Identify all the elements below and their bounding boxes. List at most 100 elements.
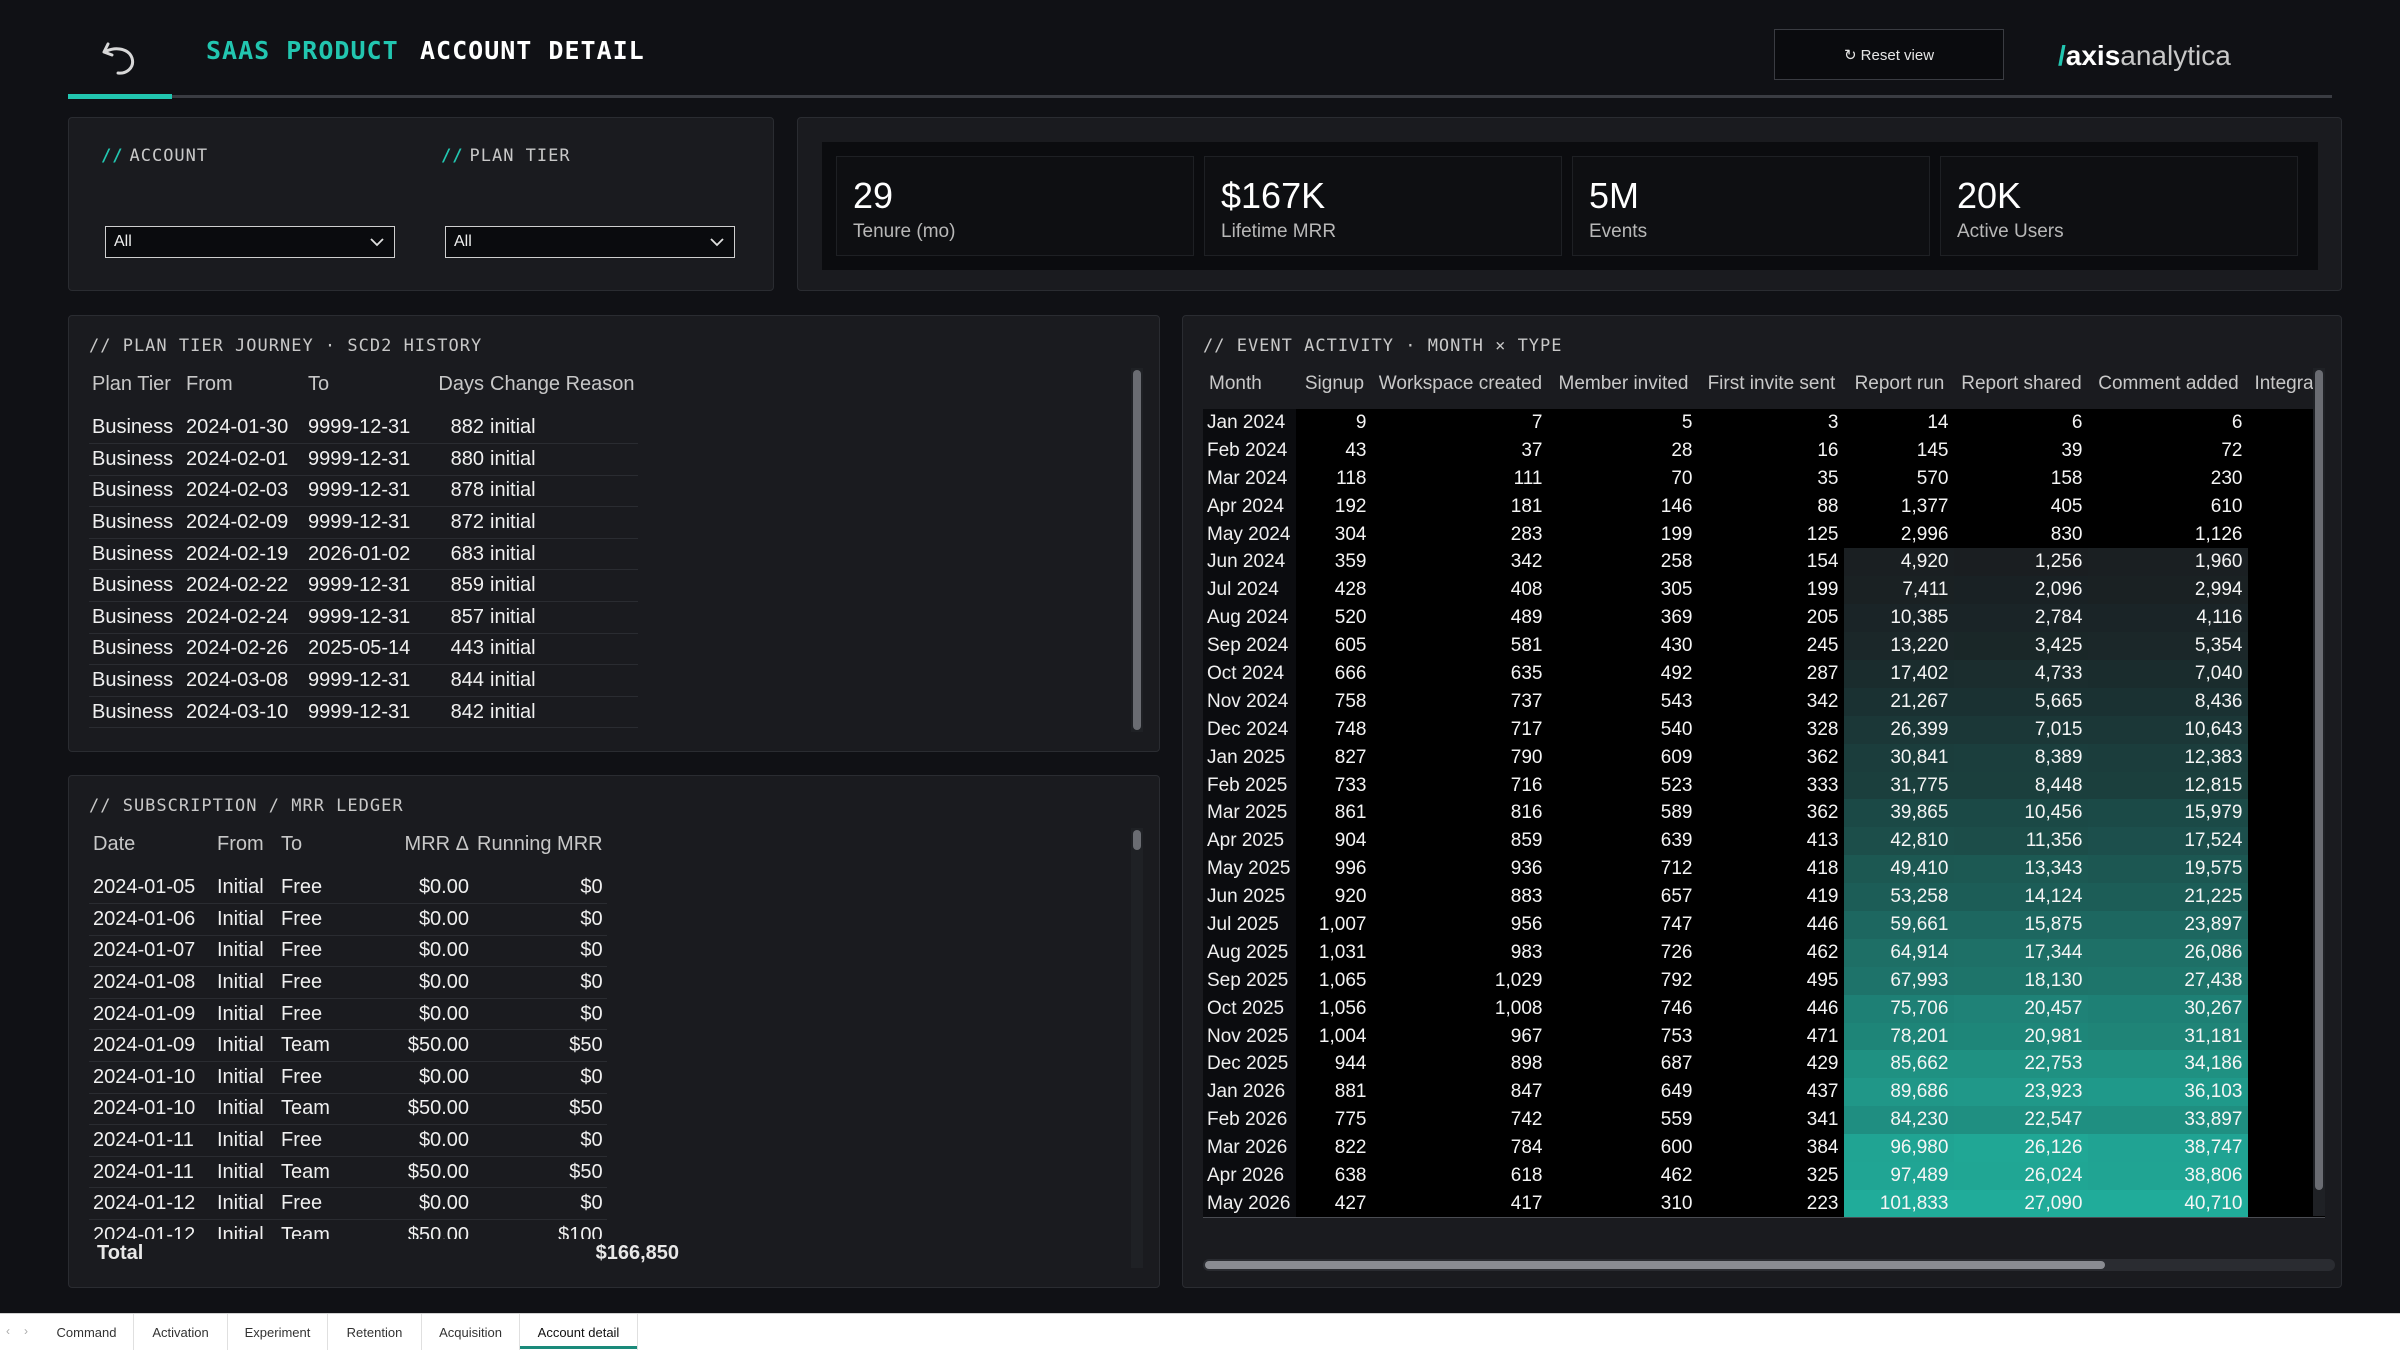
column-header[interactable]: Month [1203, 364, 1296, 404]
table-row[interactable]: Business 2024-02-26 2025-05-14 443 initial [89, 633, 638, 666]
account-select[interactable]: All [105, 226, 395, 258]
table-row[interactable]: Sep 2025 1,065 1,029 792 495 67,993 18,130 27,4… [1203, 966, 2325, 995]
table-row[interactable]: 2024-01-10 Initial Team $50.00 $50 [89, 1093, 607, 1126]
tab-retention[interactable]: Retention [328, 1314, 422, 1350]
plan-journey-scrollbar[interactable] [1131, 368, 1143, 732]
table-row[interactable]: Jun 2025 920 883 657 419 53,258 14,124 21,225 [1203, 883, 2325, 912]
table-row[interactable]: Oct 2024 666 635 492 287 17,402 4,733 7,040 [1203, 660, 2325, 688]
table-row[interactable]: Jul 2025 1,007 956 747 446 59,661 15,875 23,897 [1203, 911, 2325, 939]
column-header[interactable]: To [305, 364, 435, 404]
table-row[interactable]: 2024-01-05 Initial Free $0.00 $0 [89, 872, 607, 905]
table-row[interactable]: 2024-01-11 Initial Team $50.00 $50 [89, 1156, 607, 1189]
table-row[interactable]: Nov 2025 1,004 967 753 471 78,201 20,981 31,181 [1203, 1022, 2325, 1051]
table-row[interactable]: 2024-01-06 Initial Free $0.00 $0 [89, 903, 607, 936]
table-row[interactable]: May 2025 996 936 712 418 49,410 13,343 19,575 [1203, 855, 2325, 884]
table-row[interactable]: Feb 2026 775 742 559 341 84,230 22,547 33,897 [1203, 1106, 2325, 1135]
plan-tier-select[interactable]: All [445, 226, 735, 258]
reset-view-button[interactable]: ↻ Reset view [1774, 29, 2004, 80]
table-row[interactable]: Oct 2025 1,056 1,008 746 446 75,706 20,457 30,2… [1203, 994, 2325, 1023]
header: SAAS PRODUCT ACCOUNT DETAIL ↻ Reset view… [68, 0, 2332, 100]
table-row[interactable]: Business 2024-02-19 2026-01-02 683 initial [89, 538, 638, 571]
tab-scroll-left-icon[interactable]: ‹ [6, 1324, 10, 1338]
product-title[interactable]: SAAS PRODUCT [206, 36, 399, 65]
column-header[interactable]: From [183, 364, 305, 404]
tab-acquisition[interactable]: Acquisition [422, 1314, 520, 1350]
column-header[interactable]: Signup [1296, 364, 1372, 404]
kpi-card-lifetime-mrr[interactable]: $167K Lifetime MRR [1204, 156, 1562, 256]
tab-scroll-right-icon[interactable]: › [24, 1324, 28, 1338]
event-matrix-hscrollbar[interactable] [1203, 1259, 2335, 1271]
kpi-card-tenure[interactable]: 29 Tenure (mo) [836, 156, 1194, 256]
column-header[interactable]: Comment added [2088, 364, 2248, 404]
matrix-cell: 341 [1698, 1106, 1845, 1135]
column-header[interactable]: From [213, 824, 277, 864]
kpi-card-events[interactable]: 5M Events [1572, 156, 1930, 256]
table-row[interactable]: 2024-01-09 Initial Team $50.00 $50 [89, 1029, 607, 1063]
column-header[interactable]: Member invited [1548, 364, 1698, 404]
table-row[interactable]: Jan 2026 881 847 649 437 89,686 23,923 36,103 [1203, 1078, 2325, 1107]
column-header[interactable]: Report run [1844, 364, 1954, 404]
back-button[interactable] [68, 20, 172, 96]
table-row[interactable]: Business 2024-01-30 9999-12-31 882 initial [89, 412, 638, 445]
table-row[interactable]: 2024-01-09 Initial Free $0.00 $0 [89, 998, 607, 1031]
scrollbar-thumb[interactable] [2315, 370, 2323, 1190]
mrr-ledger-table-wrap[interactable]: Date From To MRR Δ Running MRR 2024-01-05 Ini… [89, 824, 1129, 1239]
table-row[interactable]: Mar 2025 861 816 589 362 39,865 10,456 15,979 [1203, 799, 2325, 828]
table-row[interactable]: 2024-01-12 Initial Team $50.00 $100 [89, 1219, 607, 1239]
table-row[interactable]: Apr 2025 904 859 639 413 42,810 11,356 17,524 [1203, 827, 2325, 856]
tab-account-detail[interactable]: Account detail [520, 1314, 638, 1350]
table-row[interactable]: Business 2024-02-01 9999-12-31 880 initial [89, 443, 638, 476]
table-row[interactable]: Mar 2026 822 784 600 384 96,980 26,126 38,747 [1203, 1134, 2325, 1163]
table-row[interactable]: Jul 2024 428 408 305 199 7,411 2,096 2,994 [1203, 576, 2325, 605]
table-row[interactable]: Business 2024-02-03 9999-12-31 878 initial [89, 475, 638, 508]
table-row[interactable]: Sep 2024 605 581 430 245 13,220 3,425 5,354 [1203, 632, 2325, 661]
table-row[interactable]: 2024-01-11 Initial Free $0.00 $0 [89, 1124, 607, 1157]
column-header[interactable]: Change Reason [487, 364, 638, 404]
tab-command[interactable]: Command [40, 1314, 134, 1350]
column-header[interactable]: MRR Δ [351, 824, 473, 864]
column-header[interactable]: Workspace created [1372, 364, 1548, 404]
table-row[interactable]: Mar 2024 118 111 70 35 570 158 230 [1203, 464, 2325, 493]
scrollbar-thumb[interactable] [1133, 830, 1141, 850]
column-header[interactable]: First invite sent [1698, 364, 1844, 404]
event-matrix-vscrollbar[interactable] [2313, 368, 2325, 1216]
table-row[interactable]: Business 2024-03-10 9999-12-31 842 initial [89, 696, 638, 729]
table-row[interactable]: 2024-01-10 Initial Free $0.00 $0 [89, 1061, 607, 1094]
table-row[interactable]: Aug 2024 520 489 369 205 10,385 2,784 4,116 [1203, 604, 2325, 633]
column-header[interactable]: Date [89, 824, 213, 864]
scrollbar-thumb[interactable] [1205, 1261, 2105, 1269]
table-row[interactable]: Apr 2026 638 618 462 325 97,489 26,024 38,806 [1203, 1162, 2325, 1190]
table-row[interactable]: Feb 2024 43 37 28 16 145 39 72 [1203, 436, 2325, 465]
table-row[interactable]: May 2026 427 417 310 223 101,833 27,090 40,710 [1203, 1189, 2325, 1218]
table-row[interactable]: Jan 2025 827 790 609 362 30,841 8,389 12,383 [1203, 743, 2325, 772]
table-row[interactable]: Business 2024-02-09 9999-12-31 872 initial [89, 506, 638, 539]
table-row[interactable]: Business 2024-02-22 9999-12-31 859 initial [89, 569, 638, 603]
table-row[interactable]: 2024-01-12 Initial Free $0.00 $0 [89, 1187, 607, 1221]
mrr-ledger-scrollbar[interactable] [1131, 828, 1143, 1268]
scrollbar-thumb[interactable] [1133, 370, 1141, 730]
table-row[interactable]: Business 2024-02-24 9999-12-31 857 initial [89, 601, 638, 634]
matrix-cell: 816 [1372, 799, 1549, 828]
table-row[interactable]: Feb 2025 733 716 523 333 31,775 8,448 12,815 [1203, 771, 2325, 800]
table-row[interactable]: Business 2024-03-08 9999-12-31 844 initial [89, 664, 638, 697]
table-row[interactable]: 2024-01-08 Initial Free $0.00 $0 [89, 966, 607, 999]
table-row[interactable]: May 2024 304 283 199 125 2,996 830 1,126 [1203, 520, 2325, 549]
table-row[interactable]: Aug 2025 1,031 983 726 462 64,914 17,344 26,086 [1203, 938, 2325, 967]
table-row[interactable]: Jun 2024 359 342 258 154 4,920 1,256 1,960 [1203, 548, 2325, 577]
table-row[interactable]: 2024-01-07 Initial Free $0.00 $0 [89, 935, 607, 968]
table-row[interactable]: Jan 2024 9 7 5 3 14 6 6 [1203, 409, 2325, 437]
column-header[interactable]: Report shared [1954, 364, 2088, 404]
plan-journey-table-wrap[interactable]: Plan Tier From To Days Change Reason Busines… [89, 364, 1129, 739]
tab-experiment[interactable]: Experiment [228, 1314, 328, 1350]
column-header[interactable]: Running MRR [473, 824, 607, 864]
column-header[interactable]: To [277, 824, 351, 864]
table-row[interactable]: Dec 2025 944 898 687 429 85,662 22,753 34,186 [1203, 1050, 2325, 1079]
kpi-card-active-users[interactable]: 20K Active Users [1940, 156, 2298, 256]
table-row[interactable]: Dec 2024 748 717 540 328 26,399 7,015 10,643 [1203, 715, 2325, 744]
event-matrix-wrap[interactable]: Month Signup Workspace created Member invit… [1203, 364, 2333, 1222]
table-row[interactable]: Apr 2024 192 181 146 88 1,377 405 610 [1203, 492, 2325, 521]
tab-activation[interactable]: Activation [134, 1314, 228, 1350]
column-header[interactable]: Plan Tier [89, 364, 183, 404]
column-header[interactable]: Days [435, 364, 487, 404]
table-row[interactable]: Nov 2024 758 737 543 342 21,267 5,665 8,436 [1203, 687, 2325, 716]
